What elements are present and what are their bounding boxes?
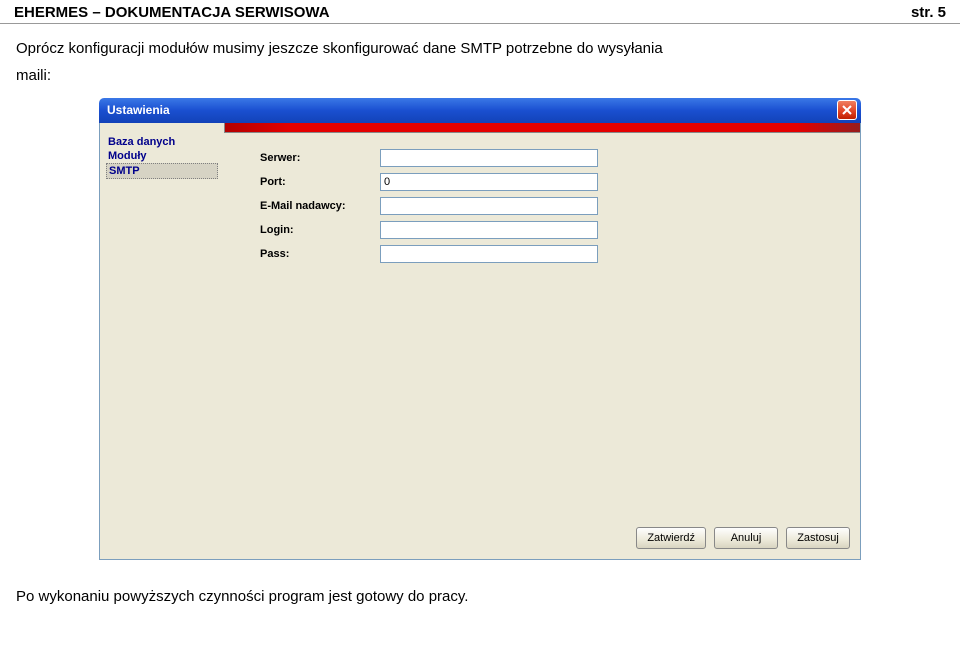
close-icon bbox=[842, 105, 852, 115]
sidebar-item-moduly[interactable]: Moduły bbox=[106, 149, 218, 163]
form-area: Serwer: Port: E-Mail nadawcy: Login: Pas… bbox=[224, 133, 860, 521]
apply-button[interactable]: Zastosuj bbox=[786, 527, 850, 549]
page-number: str. 5 bbox=[911, 4, 946, 21]
sidebar: Baza danych Moduły SMTP bbox=[100, 133, 224, 521]
label-pass: Pass: bbox=[260, 248, 380, 260]
doc-title: EHERMES – DOKUMENTACJA SERWISOWA bbox=[14, 4, 330, 21]
input-pass[interactable] bbox=[380, 245, 598, 263]
form-row-pass: Pass: bbox=[260, 243, 850, 265]
input-sender-email[interactable] bbox=[380, 197, 598, 215]
window-title: Ustawienia bbox=[107, 103, 170, 117]
input-port[interactable] bbox=[380, 173, 598, 191]
intro-line-2: maili: bbox=[0, 65, 960, 94]
input-server[interactable] bbox=[380, 149, 598, 167]
button-bar: Zatwierdź Anuluj Zastosuj bbox=[100, 521, 860, 559]
input-login[interactable] bbox=[380, 221, 598, 239]
sidebar-item-baza-danych[interactable]: Baza danych bbox=[106, 135, 218, 149]
outro-text: Po wykonaniu powyższych czynności progra… bbox=[0, 560, 960, 605]
page-header: EHERMES – DOKUMENTACJA SERWISOWA str. 5 bbox=[0, 0, 960, 24]
intro-line-1: Oprócz konfiguracji modułów musimy jeszc… bbox=[0, 24, 960, 65]
sidebar-item-smtp[interactable]: SMTP bbox=[106, 163, 218, 179]
label-server: Serwer: bbox=[260, 152, 380, 164]
form-row-sender-email: E-Mail nadawcy: bbox=[260, 195, 850, 217]
label-sender-email: E-Mail nadawcy: bbox=[260, 200, 380, 212]
label-login: Login: bbox=[260, 224, 380, 236]
accent-bar bbox=[224, 123, 860, 133]
window-body: Baza danych Moduły SMTP Serwer: Port: E-… bbox=[99, 123, 861, 560]
label-port: Port: bbox=[260, 176, 380, 188]
settings-window: Ustawienia Baza danych Moduły SMTP Serwe… bbox=[99, 98, 861, 560]
cancel-button[interactable]: Anuluj bbox=[714, 527, 778, 549]
confirm-button[interactable]: Zatwierdź bbox=[636, 527, 706, 549]
form-row-login: Login: bbox=[260, 219, 850, 241]
titlebar: Ustawienia bbox=[99, 98, 861, 123]
form-row-port: Port: bbox=[260, 171, 850, 193]
form-row-server: Serwer: bbox=[260, 147, 850, 169]
close-button[interactable] bbox=[837, 100, 857, 120]
